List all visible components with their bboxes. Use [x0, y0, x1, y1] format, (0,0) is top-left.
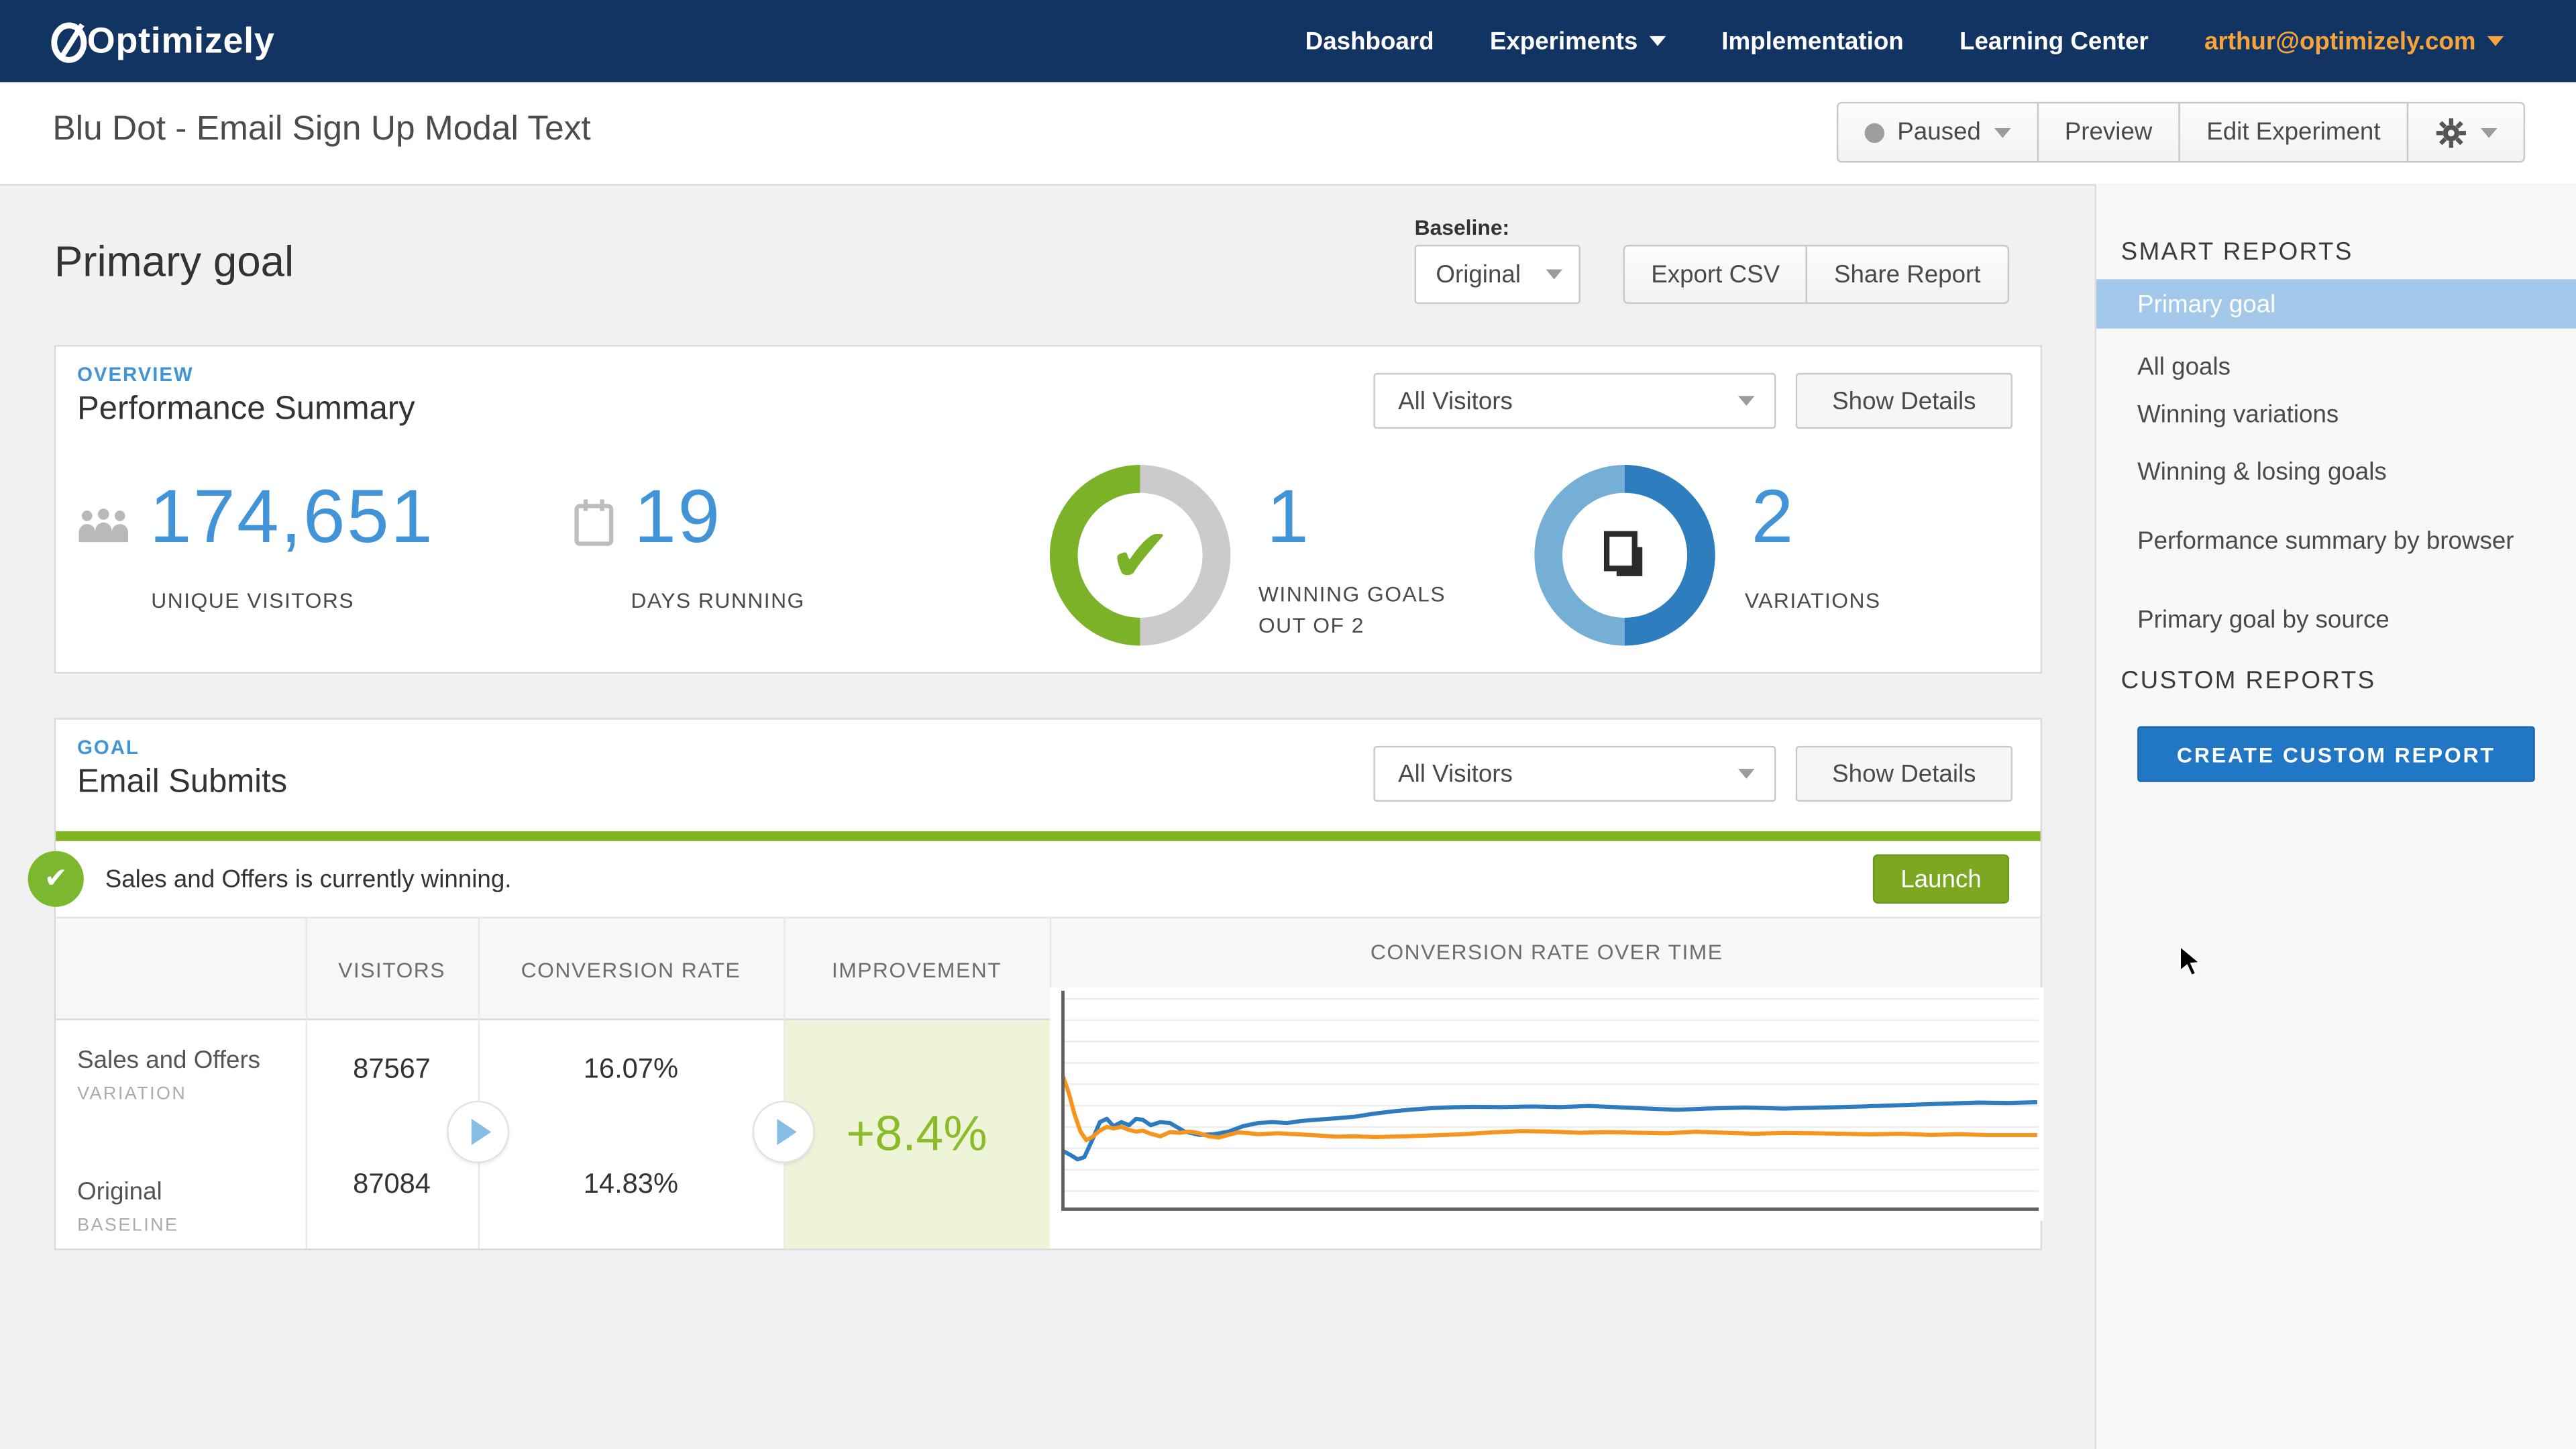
overview-eyebrow: OVERVIEW	[77, 363, 194, 386]
account-menu[interactable]: arthur@optimizely.com	[2204, 27, 2504, 55]
check-icon: ✔	[1108, 513, 1172, 598]
baseline-select[interactable]: Original	[1414, 244, 1580, 305]
chevron-down-icon	[1738, 769, 1755, 779]
nav-implementation[interactable]: Implementation	[1721, 27, 1903, 55]
export-csv-button[interactable]: Export CSV	[1623, 244, 1808, 305]
chevron-down-icon	[1994, 127, 2010, 138]
col-conversion-rate: CONVERSION RATE	[521, 957, 741, 982]
conversion-rate-chart	[1049, 987, 2044, 1221]
mouse-cursor	[2179, 945, 2202, 977]
goal-title: Email Submits	[77, 763, 288, 800]
top-nav: Optimizely Dashboard Experiments Impleme…	[0, 0, 2576, 83]
reports-sidebar: SMART REPORTS Primary goal All goals Win…	[2094, 184, 2576, 1449]
days-running-value: 19	[634, 473, 722, 559]
unique-visitors-label: UNIQUE VISITORS	[151, 588, 355, 613]
unique-visitors-value: 174,651	[149, 473, 435, 559]
pages-icon	[1534, 465, 1715, 645]
page-title: Primary goal	[54, 236, 294, 286]
performance-summary-panel: OVERVIEW Performance Summary All Visitor…	[54, 345, 2043, 674]
baseline-label: Baseline:	[1414, 215, 1510, 240]
variation-conversion-rate: 16.07%	[583, 1053, 679, 1085]
col-chart-title: CONVERSION RATE OVER TIME	[1370, 939, 1723, 965]
brand-text: Optimizely	[87, 19, 275, 61]
variation-tag: VARIATION	[77, 1084, 187, 1104]
people-icon	[78, 508, 129, 543]
baseline-visitors: 87084	[353, 1168, 431, 1199]
sidebar-item-all-goals[interactable]: All goals	[2096, 341, 2576, 390]
nav-learning-center[interactable]: Learning Center	[1960, 27, 2149, 55]
variation-visitors: 87567	[353, 1053, 431, 1085]
optimizely-logo[interactable]: Optimizely	[49, 18, 274, 64]
nav-links: Dashboard Experiments Implementation Lea…	[1305, 27, 2576, 55]
sidebar-item-winning-losing-goals[interactable]: Winning & losing goals	[2096, 447, 2576, 496]
winning-goals-donut: ✔	[1049, 465, 1231, 646]
check-badge-icon: ✔	[28, 851, 84, 907]
play-icon	[471, 1118, 492, 1145]
expand-conversion-button[interactable]	[752, 1100, 815, 1163]
launch-button[interactable]: Launch	[1872, 854, 2010, 904]
overview-audience-select[interactable]: All Visitors	[1373, 372, 1776, 429]
variations-value: 2	[1751, 473, 1795, 559]
chevron-down-icon	[1738, 396, 1755, 406]
calendar-icon	[574, 499, 614, 546]
chevron-down-icon	[1649, 36, 1666, 46]
share-report-button[interactable]: Share Report	[1806, 244, 2009, 305]
sidebar-item-primary-goal-by-source[interactable]: Primary goal by source	[2096, 595, 2576, 644]
overview-show-details-button[interactable]: Show Details	[1795, 372, 2013, 429]
report-actions: Export CSV Share Report	[1623, 244, 2009, 305]
baseline-conversion-rate: 14.83%	[583, 1168, 679, 1199]
nav-dashboard[interactable]: Dashboard	[1305, 27, 1434, 55]
edit-experiment-button[interactable]: Edit Experiment	[2178, 101, 2409, 163]
status-button[interactable]: Paused	[1836, 101, 2039, 163]
experiment-actions: Paused Preview Edit Experiment	[1836, 101, 2526, 163]
goal-audience-select[interactable]: All Visitors	[1373, 745, 1776, 802]
improvement-value: +8.4%	[846, 1106, 987, 1161]
preview-button[interactable]: Preview	[2037, 101, 2181, 163]
baseline-tag: BASELINE	[77, 1216, 179, 1236]
variations-donut	[1534, 465, 1715, 646]
experiment-title-bar: Blu Dot - Email Sign Up Modal Text Pause…	[0, 82, 2576, 186]
sidebar-item-performance-by-browser[interactable]: Performance summary by browser	[2096, 506, 2576, 578]
play-icon	[777, 1118, 797, 1145]
sidebar-item-winning-variations[interactable]: Winning variations	[2096, 389, 2576, 438]
winning-message: Sales and Offers is currently winning.	[105, 865, 512, 894]
optimizely-logo-icon	[51, 22, 87, 63]
goal-show-details-button[interactable]: Show Details	[1795, 745, 2013, 802]
winning-banner: Sales and Offers is currently winning.	[56, 841, 2041, 917]
variations-label: VARIATIONS	[1744, 588, 1881, 613]
table-row-baseline: Original BASELINE	[77, 1175, 294, 1236]
goal-eyebrow: GOAL	[77, 736, 140, 759]
improvement-cell: +8.4%	[784, 1020, 1050, 1249]
optimizely-results-page: Optimizely Dashboard Experiments Impleme…	[0, 0, 2576, 1449]
variation-name: Sales and Offers	[77, 1046, 261, 1075]
settings-button[interactable]	[2406, 101, 2526, 163]
table-row-variation: Sales and Offers VARIATION	[77, 1043, 294, 1104]
create-custom-report-button[interactable]: CREATE CUSTOM REPORT	[2137, 726, 2535, 782]
col-visitors: VISITORS	[338, 957, 445, 982]
expand-visitors-button[interactable]	[447, 1100, 510, 1163]
experiment-title: Blu Dot - Email Sign Up Modal Text	[52, 110, 591, 148]
days-running-label: DAYS RUNNING	[631, 588, 805, 613]
line-chart-svg	[1061, 990, 2039, 1211]
paused-status-dot	[1864, 122, 1884, 142]
smart-reports-header: SMART REPORTS	[2121, 238, 2353, 266]
custom-reports-header: CUSTOM REPORTS	[2121, 667, 2376, 695]
gear-icon	[2436, 117, 2466, 148]
col-improvement: IMPROVEMENT	[831, 957, 1002, 982]
chevron-down-icon	[2487, 36, 2504, 46]
baseline-name: Original	[77, 1177, 162, 1206]
winning-goals-value: 1	[1267, 473, 1311, 559]
chevron-down-icon	[1546, 269, 1562, 280]
winning-goals-label: WINNING GOALS OUT OF 2	[1258, 581, 1446, 638]
column-divider	[784, 916, 786, 1249]
chevron-down-icon	[2480, 127, 2498, 138]
sidebar-item-primary-goal[interactable]: Primary goal	[2096, 279, 2576, 329]
winning-indicator-bar	[56, 831, 2041, 841]
overview-title: Performance Summary	[77, 390, 415, 427]
email-submits-goal-panel: GOAL Email Submits All Visitors Show Det…	[28, 718, 2044, 1250]
nav-experiments[interactable]: Experiments	[1490, 27, 1666, 55]
